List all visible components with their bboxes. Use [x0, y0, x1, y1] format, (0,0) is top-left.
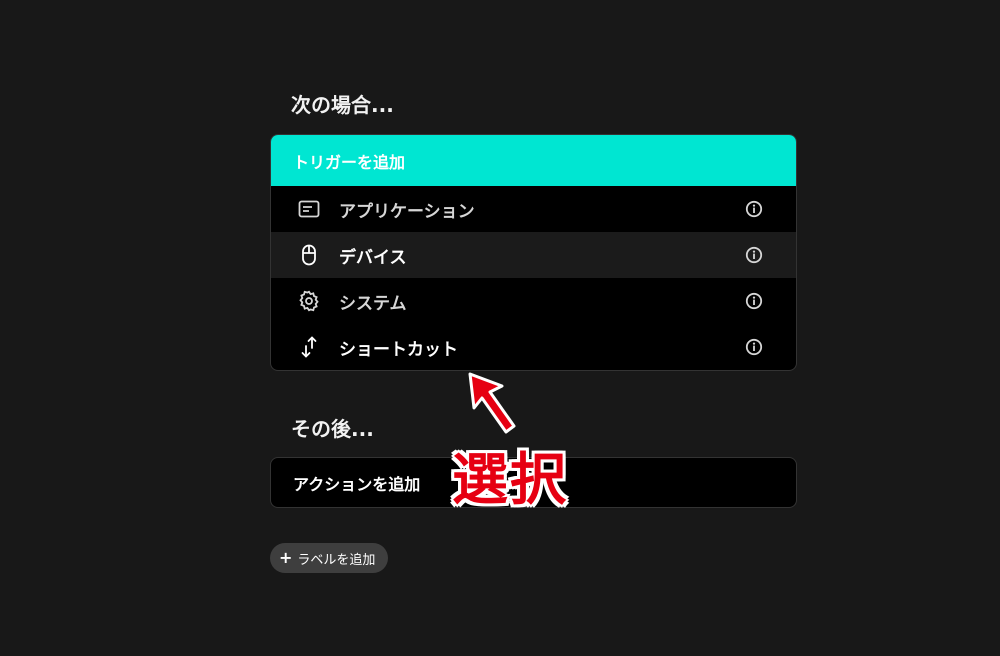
- automation-editor: 次の場合... トリガーを追加 アプリケーション デバイス システム ショートカ…: [0, 0, 1000, 656]
- application-window-icon: [297, 197, 321, 221]
- gear-icon: [297, 289, 321, 313]
- add-action-label: アクションを追加: [293, 474, 421, 494]
- add-label-text: ラベルを追加: [297, 552, 376, 568]
- info-icon[interactable]: [745, 338, 763, 356]
- trigger-item-system[interactable]: システム: [271, 278, 796, 324]
- trigger-item-label: アプリケーション: [339, 201, 475, 222]
- info-icon[interactable]: [745, 246, 763, 264]
- trigger-item-shortcut[interactable]: ショートカット: [271, 324, 796, 370]
- info-icon[interactable]: [745, 200, 763, 218]
- when-heading: 次の場合...: [291, 93, 394, 117]
- trigger-item-label: システム: [339, 293, 407, 314]
- then-heading: その後...: [291, 417, 374, 441]
- info-icon[interactable]: [745, 292, 763, 310]
- annotation-label: 選択: [452, 448, 568, 513]
- plus-icon: +: [279, 548, 293, 567]
- up-down-arrow-icon: [297, 335, 321, 359]
- trigger-item-label: デバイス: [339, 247, 407, 268]
- trigger-item-label: ショートカット: [339, 339, 458, 360]
- mouse-icon: [297, 243, 321, 267]
- add-label-button[interactable]: + ラベルを追加: [270, 543, 389, 573]
- annotation-arrow-icon: [468, 372, 516, 434]
- trigger-dropdown: トリガーを追加 アプリケーション デバイス システム ショートカット: [270, 134, 797, 371]
- trigger-item-device[interactable]: デバイス: [271, 232, 796, 278]
- trigger-item-application[interactable]: アプリケーション: [271, 186, 796, 232]
- add-trigger-button[interactable]: トリガーを追加: [271, 135, 796, 186]
